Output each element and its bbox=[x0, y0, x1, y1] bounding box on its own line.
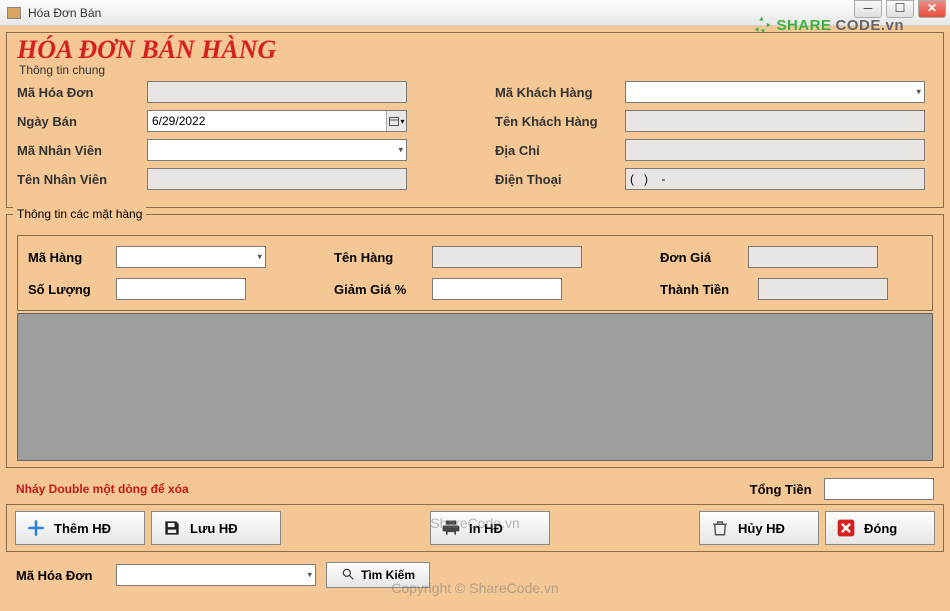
brand-green: SHARE bbox=[776, 17, 831, 34]
client-area: Thông tin chung HÓA ĐƠN BÁN HÀNG Mã Hóa … bbox=[0, 26, 950, 611]
product-name-label: Tên Hàng bbox=[334, 250, 424, 265]
quantity-label: Số Lượng bbox=[28, 282, 108, 297]
line-total-label: Thành Tiền bbox=[660, 282, 750, 297]
employee-name-input[interactable] bbox=[147, 168, 407, 190]
search-row: Mã Hóa Đơn ▾ Tìm Kiếm bbox=[6, 558, 944, 592]
page-title: HÓA ĐƠN BÁN HÀNG bbox=[17, 35, 276, 65]
customer-id-label: Mã Khách Hàng bbox=[495, 85, 625, 100]
invoice-id-input[interactable] bbox=[147, 81, 407, 103]
grand-total-label: Tổng Tiền bbox=[750, 482, 812, 497]
brand-watermark: SHARECODE.vn bbox=[754, 16, 904, 34]
recycle-icon bbox=[754, 16, 772, 34]
general-info-groupbox: Thông tin chung HÓA ĐƠN BÁN HÀNG Mã Hóa … bbox=[6, 32, 944, 208]
action-toolbar: Thêm HĐ Lưu HĐ In HĐ Hủy HĐ Đóng bbox=[6, 504, 944, 552]
search-button-label: Tìm Kiếm bbox=[361, 568, 415, 582]
search-icon bbox=[341, 567, 355, 584]
print-invoice-button[interactable]: In HĐ bbox=[430, 511, 550, 545]
customer-name-input[interactable] bbox=[625, 110, 925, 132]
product-id-label: Mã Hàng bbox=[28, 250, 108, 265]
add-invoice-button[interactable]: Thêm HĐ bbox=[15, 511, 145, 545]
search-label: Mã Hóa Đơn bbox=[16, 568, 106, 583]
address-input[interactable] bbox=[625, 139, 925, 161]
address-label: Địa Chỉ bbox=[495, 143, 625, 158]
cancel-invoice-button[interactable]: Hủy HĐ bbox=[699, 511, 819, 545]
phone-label: Điện Thoại bbox=[495, 172, 625, 187]
employee-id-label: Mã Nhân Viên bbox=[17, 143, 147, 158]
quantity-input[interactable] bbox=[116, 278, 246, 300]
items-legend: Thông tin các mặt hàng bbox=[13, 207, 146, 221]
save-invoice-label: Lưu HĐ bbox=[190, 521, 238, 536]
customer-id-select[interactable] bbox=[625, 81, 925, 103]
calendar-icon[interactable]: ▾ bbox=[386, 111, 406, 131]
grand-total-input[interactable] bbox=[824, 478, 934, 500]
items-groupbox: Thông tin các mặt hàng Mã Hàng ▾ Tên Hàn… bbox=[6, 214, 944, 468]
brand-gray: CODE.vn bbox=[835, 17, 904, 34]
close-icon bbox=[836, 518, 856, 538]
item-entry-form: Mã Hàng ▾ Tên Hàng Đơn Giá Số Lượng Giảm… bbox=[17, 235, 933, 311]
product-name-input[interactable] bbox=[432, 246, 582, 268]
print-icon bbox=[441, 518, 461, 538]
add-invoice-label: Thêm HĐ bbox=[54, 521, 111, 536]
plus-icon bbox=[26, 518, 46, 538]
app-icon bbox=[6, 5, 22, 21]
cancel-invoice-label: Hủy HĐ bbox=[738, 521, 785, 536]
sale-date-label: Ngày Bán bbox=[17, 114, 147, 129]
window-close-button[interactable]: ✕ bbox=[918, 0, 946, 18]
sale-date-input[interactable] bbox=[147, 110, 407, 132]
phone-input[interactable] bbox=[625, 168, 925, 190]
close-label: Đóng bbox=[864, 521, 897, 536]
trash-icon bbox=[710, 518, 730, 538]
customer-name-label: Tên Khách Hàng bbox=[495, 114, 625, 129]
unit-price-input[interactable] bbox=[748, 246, 878, 268]
close-button[interactable]: Đóng bbox=[825, 511, 935, 545]
line-total-input[interactable] bbox=[758, 278, 888, 300]
delete-hint-text: Nháy Double một dòng để xóa bbox=[16, 482, 189, 496]
general-info-legend: Thông tin chung bbox=[15, 63, 109, 77]
search-invoice-select[interactable] bbox=[116, 564, 316, 586]
window-title: Hóa Đơn Bán bbox=[28, 6, 101, 20]
items-data-grid[interactable] bbox=[17, 313, 933, 461]
print-invoice-label: In HĐ bbox=[469, 521, 503, 536]
footer-row: Nháy Double một dòng để xóa Tổng Tiền bbox=[6, 474, 944, 504]
employee-id-select[interactable] bbox=[147, 139, 407, 161]
discount-label: Giảm Giá % bbox=[334, 282, 424, 297]
discount-input[interactable] bbox=[432, 278, 562, 300]
employee-name-label: Tên Nhân Viên bbox=[17, 172, 147, 187]
product-id-select[interactable] bbox=[116, 246, 266, 268]
save-invoice-button[interactable]: Lưu HĐ bbox=[151, 511, 281, 545]
invoice-id-label: Mã Hóa Đơn bbox=[17, 85, 147, 100]
unit-price-label: Đơn Giá bbox=[660, 250, 740, 265]
save-icon bbox=[162, 518, 182, 538]
search-button[interactable]: Tìm Kiếm bbox=[326, 562, 430, 588]
